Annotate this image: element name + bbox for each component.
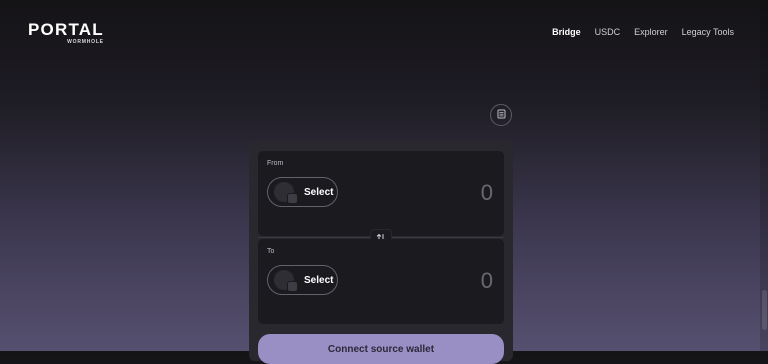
nav-legacy-tools[interactable]: Legacy Tools [682, 27, 734, 37]
from-select-label: Select [304, 186, 334, 198]
scrollbar[interactable] [760, 0, 768, 351]
from-card: From Select [258, 151, 504, 236]
nav-usdc[interactable]: USDC [595, 27, 621, 37]
to-select-label: Select [304, 274, 334, 286]
to-amount-input[interactable] [431, 267, 495, 295]
to-label: To [267, 248, 275, 255]
config-icon [497, 106, 506, 124]
to-select-button[interactable]: Select [267, 265, 338, 295]
main-nav: Bridge USDC Explorer Legacy Tools [552, 27, 734, 37]
from-select-button[interactable]: Select [267, 177, 338, 207]
nav-explorer[interactable]: Explorer [634, 27, 668, 37]
config-button[interactable] [490, 104, 512, 126]
bridge-panel: From Select To Select Connect source wal… [249, 141, 513, 364]
token-placeholder-icon [274, 270, 298, 292]
chain-placeholder-icon [287, 281, 298, 292]
portal-logo[interactable]: PORTAL WORMHOLE [28, 21, 104, 45]
token-placeholder-icon [274, 182, 298, 204]
chain-placeholder-icon [287, 193, 298, 204]
from-amount-input[interactable] [431, 179, 495, 207]
to-card: To Select [258, 239, 504, 324]
scrollbar-thumb[interactable] [762, 290, 767, 330]
logo-subtext: WORMHOLE [67, 39, 104, 45]
from-label: From [267, 160, 284, 167]
logo-text: PORTAL [28, 20, 104, 39]
nav-bridge[interactable]: Bridge [552, 27, 581, 37]
connect-source-wallet-button[interactable]: Connect source wallet [258, 334, 504, 364]
